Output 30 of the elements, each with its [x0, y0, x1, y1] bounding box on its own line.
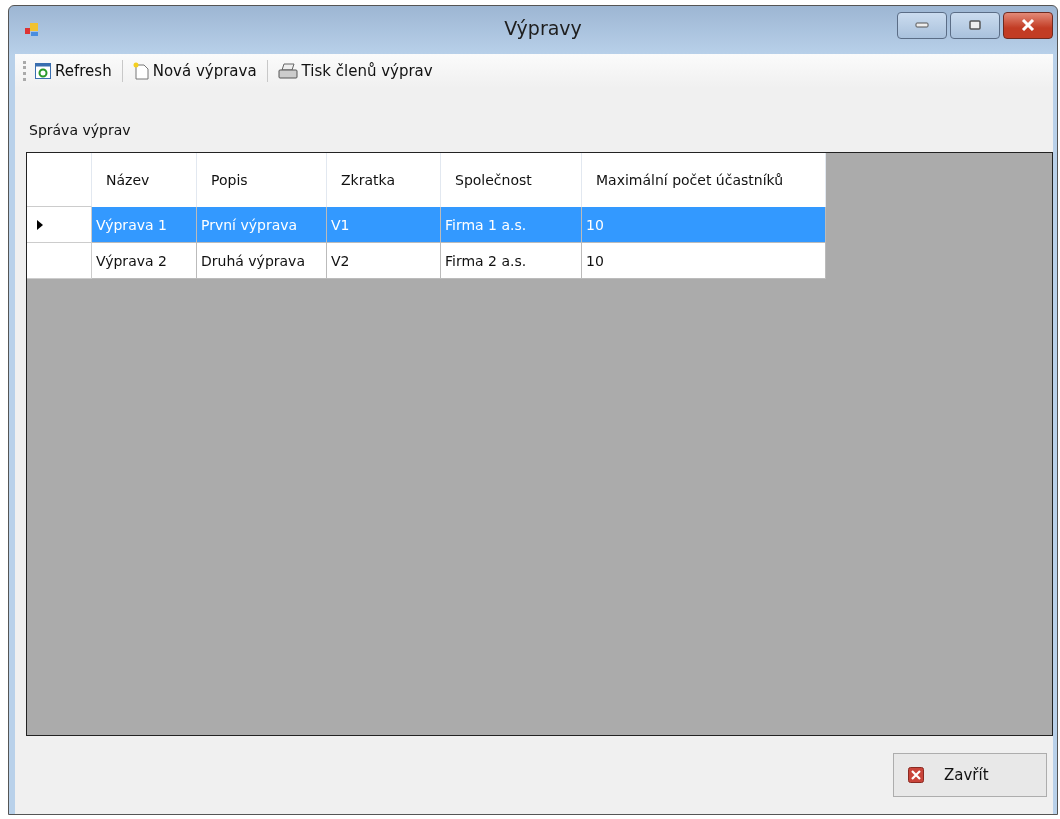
- table-cell: Druhá výprava: [197, 243, 327, 279]
- toolbar-button[interactable]: Tisk členů výprav: [275, 60, 435, 82]
- minimize-button[interactable]: [897, 11, 947, 39]
- table-row[interactable]: Výprava 2 Druhá výprava V2 Firma 2 a.s. 10: [27, 243, 826, 279]
- printer-icon: [277, 63, 298, 79]
- table-cell: 10: [582, 207, 826, 243]
- toolbar-grip[interactable]: [23, 61, 29, 81]
- table-cell: V2: [327, 243, 441, 279]
- maximize-button[interactable]: [950, 11, 1000, 39]
- app-icon: [25, 23, 39, 37]
- table-cell: První výprava: [197, 207, 327, 243]
- close-icon: [908, 767, 924, 783]
- maximize-icon: [969, 20, 981, 30]
- table-cell: V1: [327, 207, 441, 243]
- close-dialog-button[interactable]: Zavřít: [893, 753, 1047, 797]
- close-button[interactable]: [1003, 11, 1053, 39]
- table-cell: Výprava 2: [92, 243, 197, 279]
- close-icon: [1021, 19, 1035, 31]
- minimize-icon: [915, 22, 929, 28]
- table-cell: Firma 2 a.s.: [441, 243, 582, 279]
- refresh-icon: [35, 63, 51, 79]
- current-row-icon: [37, 219, 43, 230]
- table-cell: Firma 1 a.s.: [441, 207, 582, 243]
- toolbar-button[interactable]: Nová výprava: [130, 60, 259, 82]
- table-cell: 10: [582, 243, 826, 279]
- toolbar-button[interactable]: Refresh: [33, 60, 114, 82]
- section-label: Správa výprav: [29, 122, 132, 138]
- table-cell: Výprava 1: [92, 207, 197, 243]
- new-document-icon: [132, 62, 149, 80]
- window-title: Výpravy: [503, 17, 583, 39]
